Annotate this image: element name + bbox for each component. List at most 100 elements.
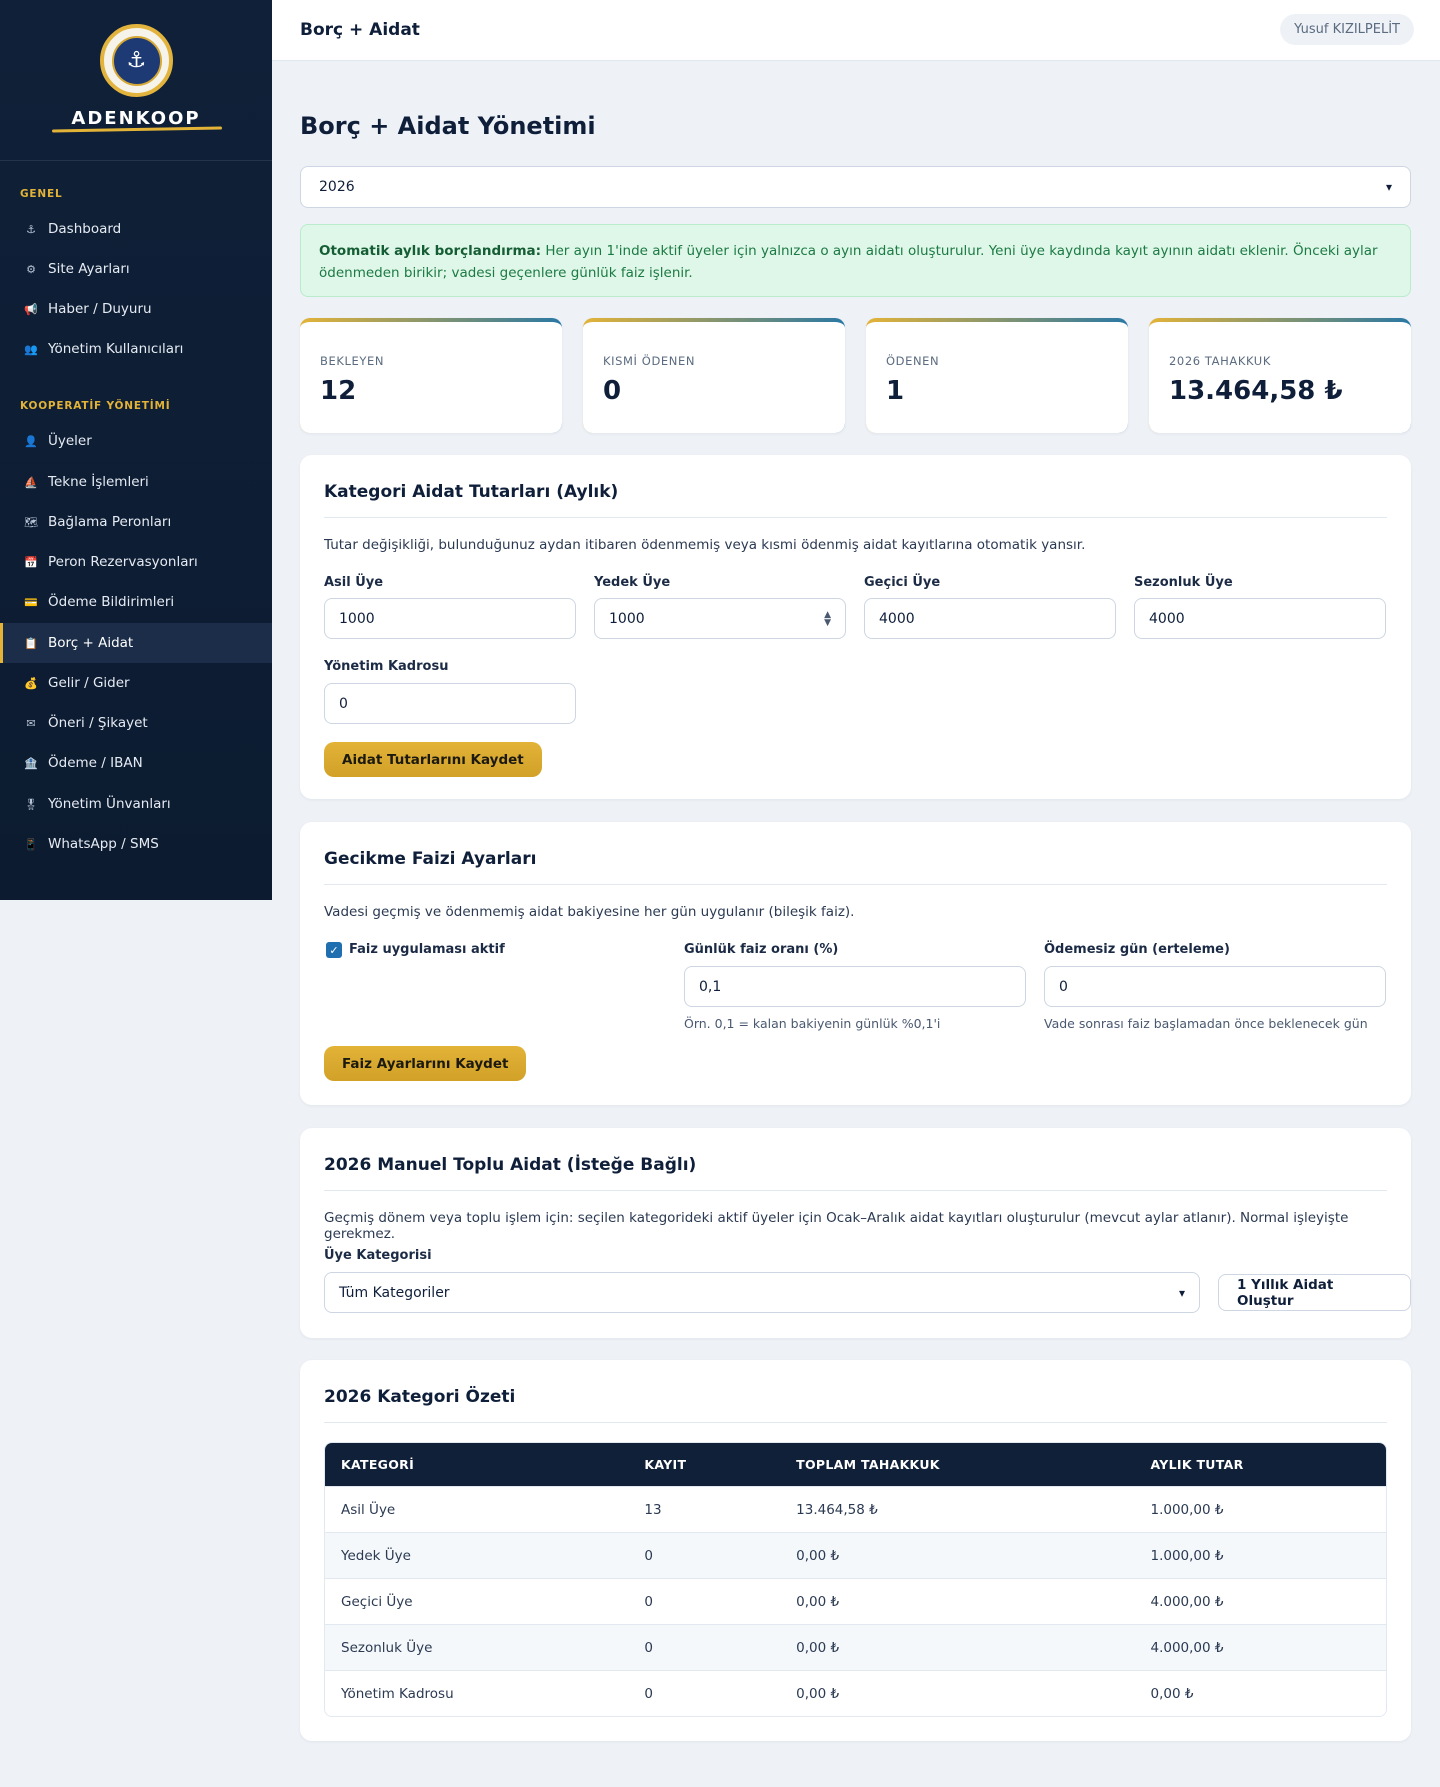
sidebar-item-label: Dashboard <box>48 221 122 237</box>
interest-settings-card: Gecikme Faizi Ayarları Vadesi geçmiş ve … <box>300 822 1411 1105</box>
table-cell: 0 <box>644 1593 654 1610</box>
save-fees-button[interactable]: Aidat Tutarlarını Kaydet <box>324 742 542 777</box>
gecici-fee-input[interactable]: 4000 <box>864 598 1116 639</box>
sidebar-item-label: Yönetim Kullanıcıları <box>48 341 184 357</box>
column-header: KAYIT <box>644 1457 687 1472</box>
sidebar-item-berths[interactable]: 🗺 Bağlama Peronları <box>0 502 272 542</box>
yedek-fee-input[interactable]: 1000 ▲ ▼ <box>594 598 846 639</box>
table-cell: Sezonluk Üye <box>341 1639 433 1656</box>
save-interest-button[interactable]: Faiz Ayarlarını Kaydet <box>324 1046 527 1081</box>
member-icon: 👤 <box>24 434 38 448</box>
user-menu[interactable]: Yusuf KIZILPELİT <box>1280 14 1414 45</box>
table-row: Yedek Üye 0 0,00 ₺ 1.000,00 ₺ <box>325 1532 1386 1578</box>
stat-card-pending: BEKLEYEN 12 <box>300 318 562 433</box>
sidebar-item-label: Öneri / Şikayet <box>48 715 148 731</box>
field-value: 4000 <box>1149 610 1185 627</box>
number-stepper-icon[interactable]: ▲ ▼ <box>824 610 831 627</box>
sidebar-item-feedback[interactable]: ✉ Öneri / Şikayet <box>0 703 272 743</box>
sidebar-item-label: Tekne İşlemleri <box>48 474 149 490</box>
card-title: 2026 Manuel Toplu Aidat (İsteğe Bağlı) <box>324 1155 697 1175</box>
table-row: Yönetim Kadrosu 0 0,00 ₺ 0,00 ₺ <box>325 1670 1386 1716</box>
stat-label: BEKLEYEN <box>320 354 385 368</box>
stat-value: 0 <box>603 376 622 406</box>
sidebar-item-label: WhatsApp / SMS <box>48 836 159 852</box>
table-cell: 0,00 ₺ <box>796 1639 840 1656</box>
sidebar-item-iban[interactable]: 🏦 Ödeme / IBAN <box>0 743 272 783</box>
chevron-down-icon: ▾ <box>1178 1285 1185 1300</box>
sezonluk-fee-input[interactable]: 4000 <box>1134 598 1386 639</box>
anchor-emblem-icon: ⚓ <box>111 35 162 86</box>
sidebar-item-site-settings[interactable]: ⚙ Site Ayarları <box>0 249 272 289</box>
stat-value: 13.464,58 ₺ <box>1169 376 1343 406</box>
table-cell: 0,00 ₺ <box>796 1547 840 1564</box>
table-cell: 0 <box>644 1685 654 1702</box>
field-value: 1000 <box>609 610 645 627</box>
topbar-title: Borç + Aidat <box>300 20 420 40</box>
brand-name: ADENKOOP <box>71 108 201 129</box>
table-cell: Geçici Üye <box>341 1593 413 1610</box>
field-value: 0 <box>339 695 348 712</box>
interest-active-checkbox[interactable]: ✓ <box>326 942 342 958</box>
gear-icon: ⚙ <box>26 262 36 276</box>
category-select[interactable]: Tüm Kategoriler ▾ <box>324 1272 1200 1313</box>
table-cell: 4.000,00 ₺ <box>1150 1639 1224 1656</box>
checkbox-label[interactable]: Faiz uygulaması aktif <box>349 942 505 957</box>
calendar-icon: 📅 <box>24 555 38 569</box>
card-icon: 💳 <box>24 595 38 609</box>
sidebar-item-admin-users[interactable]: 👥 Yönetim Kullanıcıları <box>0 329 272 369</box>
sidebar-item-news[interactable]: 📢 Haber / Duyuru <box>0 289 272 329</box>
sidebar-item-payment-notices[interactable]: 💳 Ödeme Bildirimleri <box>0 582 272 622</box>
field-label-yedek: Yedek Üye <box>594 575 671 590</box>
sidebar-item-debt-dues[interactable]: 📋 Borç + Aidat <box>0 623 272 663</box>
sidebar-item-members[interactable]: 👤 Üyeler <box>0 421 272 461</box>
field-label-rate: Günlük faiz oranı (%) <box>684 942 839 957</box>
asil-fee-input[interactable]: 1000 <box>324 598 576 639</box>
table-cell: 0,00 ₺ <box>796 1593 840 1610</box>
phone-icon: 📱 <box>24 837 38 851</box>
table-cell: 4.000,00 ₺ <box>1150 1593 1224 1610</box>
chevron-down-icon: ▾ <box>1385 180 1392 194</box>
sidebar-item-reservations[interactable]: 📅 Peron Rezervasyonları <box>0 542 272 582</box>
field-value: 4000 <box>879 610 915 627</box>
year-select[interactable]: 2026 ▾ <box>300 166 1411 208</box>
year-select-value: 2026 <box>319 179 355 195</box>
daily-rate-input[interactable]: 0,1 <box>684 966 1026 1007</box>
sidebar-item-boats[interactable]: ⛵ Tekne İşlemleri <box>0 462 272 502</box>
table-row: Geçici Üye 0 0,00 ₺ 4.000,00 ₺ <box>325 1578 1386 1624</box>
sidebar-item-label: Yönetim Ünvanları <box>48 796 171 812</box>
divider <box>324 1190 1387 1191</box>
table-cell: 1.000,00 ₺ <box>1150 1501 1224 1518</box>
field-value: Tüm Kategoriler <box>339 1284 450 1301</box>
sailboat-icon: ⛵ <box>24 475 38 489</box>
table-cell: 0,00 ₺ <box>796 1685 840 1702</box>
sidebar: ⚓ ADENKOOP GENEL ⚓ Dashboard ⚙ Site Ayar… <box>0 0 272 900</box>
table-row: Sezonluk Üye 0 0,00 ₺ 4.000,00 ₺ <box>325 1624 1386 1670</box>
sidebar-item-titles[interactable]: 🎖 Yönetim Ünvanları <box>0 784 272 824</box>
stat-card-accrual: 2026 TAHAKKUK 13.464,58 ₺ <box>1149 318 1411 433</box>
card-title: 2026 Kategori Özeti <box>324 1387 516 1407</box>
sidebar-item-income-expense[interactable]: 💰 Gelir / Gider <box>0 663 272 703</box>
envelope-icon: ✉ <box>26 716 36 730</box>
card-description: Vadesi geçmiş ve ödenmemiş aidat bakiyes… <box>324 904 855 920</box>
sidebar-item-whatsapp-sms[interactable]: 📱 WhatsApp / SMS <box>0 824 272 864</box>
bulk-dues-card: 2026 Manuel Toplu Aidat (İsteğe Bağlı) G… <box>300 1128 1411 1338</box>
sidebar-item-dashboard[interactable]: ⚓ Dashboard <box>0 209 272 249</box>
create-yearly-dues-button[interactable]: 1 Yıllık Aidat Oluştur <box>1218 1274 1411 1311</box>
sidebar-item-label: Ödeme Bildirimleri <box>48 594 175 610</box>
yonetim-fee-input[interactable]: 0 <box>324 683 576 724</box>
megaphone-icon: 📢 <box>24 302 38 316</box>
column-header: AYLIK TUTAR <box>1150 1457 1244 1472</box>
table-row: Asil Üye 13 13.464,58 ₺ 1.000,00 ₺ <box>325 1486 1386 1532</box>
logo[interactable]: ⚓ <box>100 24 173 97</box>
field-label-sezonluk: Sezonluk Üye <box>1134 575 1233 590</box>
field-value: 1000 <box>339 610 375 627</box>
stat-card-partial: KISMİ ÖDENEN 0 <box>583 318 845 433</box>
sidebar-item-label: Ödeme / IBAN <box>48 755 143 771</box>
card-description: Geçmiş dönem veya toplu işlem için: seçi… <box>324 1210 1349 1242</box>
nav-group-title-cooperative: KOOPERATİF YÖNETİMİ <box>20 400 171 412</box>
topbar: Borç + Aidat Yusuf KIZILPELİT <box>272 0 1440 61</box>
grace-days-input[interactable]: 0 <box>1044 966 1386 1007</box>
table-cell: 1.000,00 ₺ <box>1150 1547 1224 1564</box>
column-header: KATEGORİ <box>341 1457 415 1472</box>
sidebar-item-label: Peron Rezervasyonları <box>48 554 198 570</box>
